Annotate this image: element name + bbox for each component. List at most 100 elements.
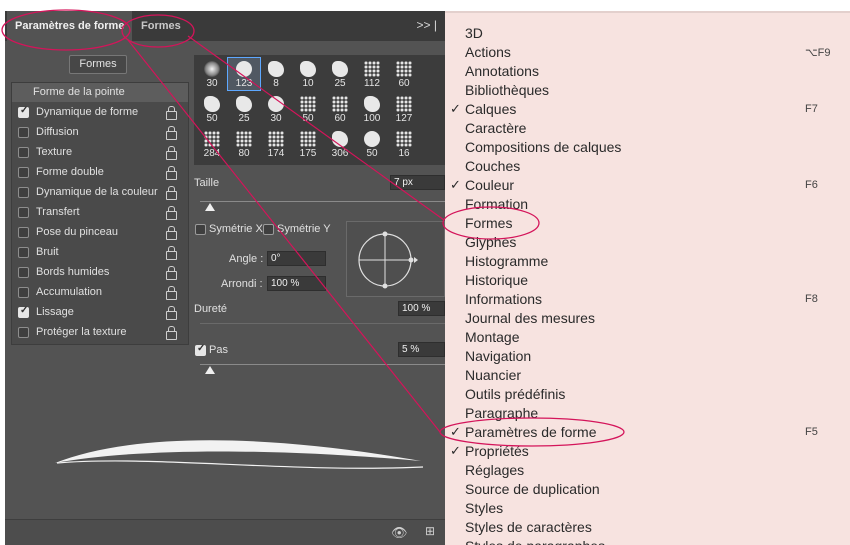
option-checkbox[interactable] (18, 167, 29, 178)
brush-preset[interactable]: 175 (292, 128, 324, 160)
menu-item[interactable]: Source de duplication (445, 480, 850, 499)
menu-item[interactable]: Formation (445, 195, 850, 214)
option-checkbox[interactable] (18, 147, 29, 158)
menu-item[interactable]: Montage (445, 328, 850, 347)
brush-option-item[interactable]: Dynamique de la couleur (12, 183, 188, 203)
angle-roundness-widget[interactable] (346, 221, 445, 297)
brush-preset[interactable]: 25 (228, 93, 260, 125)
brush-preset[interactable]: 50 (356, 128, 388, 160)
pas-slider-track[interactable] (200, 364, 445, 365)
pas-checkbox[interactable] (195, 343, 206, 356)
menu-item[interactable]: Compositions de calques (445, 138, 850, 157)
brush-preset[interactable]: 25 (324, 58, 356, 90)
option-checkbox[interactable] (18, 127, 29, 138)
option-checkbox[interactable] (18, 267, 29, 278)
brush-preset[interactable]: 16 (388, 128, 420, 160)
menu-item[interactable]: Histogramme (445, 252, 850, 271)
brush-preset[interactable]: 10 (292, 58, 324, 90)
arrondi-field[interactable]: 100 % (267, 276, 326, 291)
tab-formes[interactable]: Formes (133, 11, 189, 41)
menu-item[interactable]: Informations F8 (445, 290, 850, 309)
forme-de-la-pointe-item[interactable]: Forme de la pointe (12, 83, 188, 102)
lock-icon[interactable] (166, 246, 177, 260)
brush-preset[interactable]: 60 (388, 58, 420, 90)
menu-item[interactable]: ✓ Couleur F6 (445, 176, 850, 195)
tab-parametres-de-forme[interactable]: Paramètres de forme (7, 11, 133, 41)
menu-item[interactable]: Paragraphe (445, 404, 850, 423)
option-checkbox[interactable] (18, 327, 29, 338)
lock-icon[interactable] (166, 326, 177, 340)
brush-option-item[interactable]: Transfert (12, 203, 188, 223)
option-checkbox[interactable] (18, 287, 29, 298)
menu-item[interactable]: Navigation (445, 347, 850, 366)
brush-option-item[interactable]: Bords humides (12, 263, 188, 283)
symetrie-x-checkbox[interactable] (195, 224, 206, 235)
lock-icon[interactable] (166, 286, 177, 300)
brush-preset[interactable]: 127 (388, 93, 420, 125)
menu-item[interactable]: 3D (445, 24, 850, 43)
brush-preset[interactable]: 50 (196, 93, 228, 125)
brush-preset[interactable]: 60 (324, 93, 356, 125)
menu-item[interactable]: ✓ Paramètres de forme F5 (445, 423, 850, 442)
lock-icon[interactable] (166, 166, 177, 180)
lock-icon[interactable] (166, 106, 177, 120)
brush-preset[interactable]: 100 (356, 93, 388, 125)
brush-option-item[interactable]: Dynamique de forme (12, 103, 188, 123)
durete-slider-track[interactable] (200, 323, 445, 324)
brush-option-item[interactable]: Forme double (12, 163, 188, 183)
brush-option-item[interactable]: Pose du pinceau (12, 223, 188, 243)
brush-preset[interactable]: 306 (324, 128, 356, 160)
brush-option-item[interactable]: Bruit (12, 243, 188, 263)
menu-item[interactable]: Caractère (445, 119, 850, 138)
menu-item[interactable]: Historique (445, 271, 850, 290)
option-checkbox[interactable] (18, 207, 29, 218)
lock-icon[interactable] (166, 126, 177, 140)
lock-icon[interactable] (166, 186, 177, 200)
brush-preset[interactable]: 80 (228, 128, 260, 160)
pas-slider-thumb[interactable] (204, 366, 215, 374)
brush-preset[interactable]: 174 (260, 128, 292, 160)
taille-slider-track[interactable] (200, 201, 445, 202)
formes-button[interactable]: Formes (69, 55, 127, 74)
option-checkbox[interactable] (18, 247, 29, 258)
brush-preset[interactable]: 30 (196, 58, 228, 90)
option-checkbox[interactable] (18, 187, 29, 198)
menu-item[interactable]: ✓ Propriétés (445, 442, 850, 461)
menu-item[interactable]: Actions ⌥F9 (445, 43, 850, 62)
menu-item[interactable]: Bibliothèques (445, 81, 850, 100)
option-checkbox[interactable] (18, 105, 29, 118)
lock-icon[interactable] (166, 266, 177, 280)
pas-field[interactable]: 5 % (398, 342, 445, 357)
panel-menu-icon[interactable]: >> | (417, 18, 437, 32)
brush-preset[interactable]: 112 (356, 58, 388, 90)
lock-icon[interactable] (166, 146, 177, 160)
brush-preset[interactable]: 284 (196, 128, 228, 160)
menu-item[interactable]: Formes (445, 214, 850, 233)
brush-option-item[interactable]: Protéger la texture (12, 323, 188, 343)
brush-preset[interactable]: 50 (292, 93, 324, 125)
menu-item[interactable]: Styles (445, 499, 850, 518)
menu-item[interactable]: Styles de caractères (445, 518, 850, 537)
symetrie-y-checkbox[interactable] (263, 224, 274, 235)
menu-item[interactable]: Nuancier (445, 366, 850, 385)
brush-option-item[interactable]: Texture (12, 143, 188, 163)
lock-icon[interactable] (166, 306, 177, 320)
taille-slider-thumb[interactable] (204, 203, 215, 211)
menu-item[interactable]: Styles de paragraphes (445, 537, 850, 545)
brush-preset[interactable]: 8 (260, 58, 292, 90)
option-checkbox[interactable] (18, 227, 29, 238)
brush-preset[interactable]: 123 (227, 57, 261, 91)
menu-item[interactable]: Réglages (445, 461, 850, 480)
brush-preset[interactable]: 30 (260, 93, 292, 125)
angle-field[interactable]: 0° (267, 251, 326, 266)
menu-item[interactable]: ✓ Calques F7 (445, 100, 850, 119)
menu-item[interactable]: Glyphes (445, 233, 850, 252)
toggle-preview-icon[interactable]: 👁 (391, 525, 408, 541)
taille-field[interactable]: 7 px (390, 175, 445, 190)
brush-option-item[interactable]: Diffusion (12, 123, 188, 143)
brush-option-item[interactable]: Accumulation (12, 283, 188, 303)
menu-item[interactable]: Journal des mesures (445, 309, 850, 328)
option-checkbox[interactable] (18, 305, 29, 318)
durete-field[interactable]: 100 % (398, 301, 445, 316)
brush-option-item[interactable]: Lissage (12, 303, 188, 323)
